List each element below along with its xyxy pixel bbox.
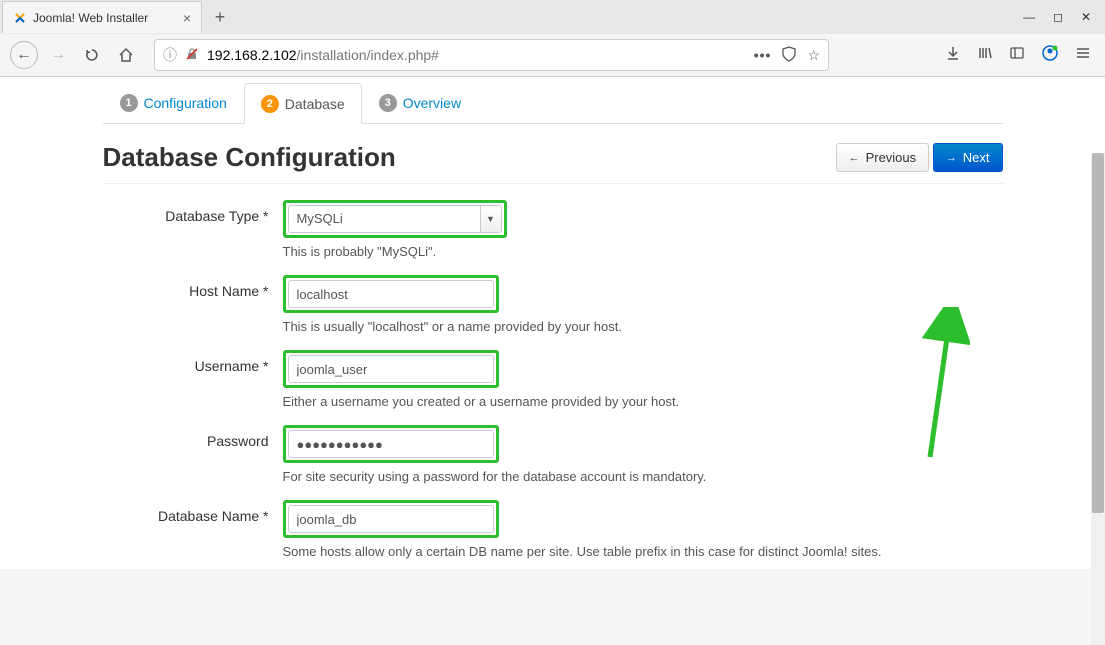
scrollbar-thumb[interactable] xyxy=(1092,153,1104,513)
menu-icon[interactable] xyxy=(1075,45,1091,66)
next-button[interactable]: →Next xyxy=(933,143,1003,172)
home-button[interactable] xyxy=(112,41,140,69)
page-content: 1 Configuration 2 Database 3 Overview Da… xyxy=(0,77,1105,569)
username-label: Username * xyxy=(103,350,283,419)
reader-shield-icon[interactable] xyxy=(781,46,797,65)
host-label: Host Name * xyxy=(103,275,283,344)
installer-steps: 1 Configuration 2 Database 3 Overview xyxy=(103,83,1003,124)
arrow-right-icon: → xyxy=(946,152,957,164)
tab-overview[interactable]: 3 Overview xyxy=(362,83,478,123)
db-type-help: This is probably "MySQLi". xyxy=(283,244,1003,259)
db-type-label: Database Type * xyxy=(103,200,283,269)
db-type-select[interactable]: MySQLi ▼ xyxy=(288,205,502,233)
insecure-icon xyxy=(185,47,199,64)
dbname-label: Database Name * xyxy=(103,500,283,569)
joomla-favicon-icon xyxy=(13,11,27,25)
close-icon[interactable]: × xyxy=(183,10,191,26)
dbname-input[interactable] xyxy=(288,505,494,533)
library-icon[interactable] xyxy=(977,45,993,66)
password-help: For site security using a password for t… xyxy=(283,469,1003,484)
tab-configuration[interactable]: 1 Configuration xyxy=(103,83,244,123)
info-icon[interactable]: ⓘ xyxy=(163,45,177,65)
browser-tab-title: Joomla! Web Installer xyxy=(33,11,148,25)
more-icon[interactable]: ••• xyxy=(754,47,772,63)
reload-button[interactable] xyxy=(78,41,106,69)
page-title: Database Configuration xyxy=(103,142,396,173)
browser-nav-bar: ← → ⓘ 192.168.2.102/installation/index.p… xyxy=(0,34,1105,76)
chevron-down-icon[interactable]: ▼ xyxy=(480,205,502,233)
username-input[interactable] xyxy=(288,355,494,383)
url-bar[interactable]: ⓘ 192.168.2.102/installation/index.php# … xyxy=(154,39,829,71)
new-tab-button[interactable]: + xyxy=(206,3,234,31)
window-minimize-icon[interactable]: — xyxy=(1023,10,1035,24)
bookmark-star-icon[interactable]: ☆ xyxy=(807,47,820,64)
sidebar-icon[interactable] xyxy=(1009,45,1025,66)
arrow-left-icon: ← xyxy=(849,152,860,164)
previous-button[interactable]: ←Previous xyxy=(836,143,930,172)
tab-database[interactable]: 2 Database xyxy=(244,83,362,124)
window-maximize-icon[interactable]: ◻ xyxy=(1053,10,1063,24)
username-help: Either a username you created or a usern… xyxy=(283,394,1003,409)
host-help: This is usually "localhost" or a name pr… xyxy=(283,319,1003,334)
dbname-help: Some hosts allow only a certain DB name … xyxy=(283,544,1003,559)
password-input[interactable] xyxy=(288,430,494,458)
browser-tab[interactable]: Joomla! Web Installer × xyxy=(2,1,202,33)
browser-tab-bar: Joomla! Web Installer × + — ◻ ✕ xyxy=(0,0,1105,34)
url-text: 192.168.2.102/installation/index.php# xyxy=(207,47,439,63)
downloads-icon[interactable] xyxy=(945,45,961,66)
forward-button: → xyxy=(44,41,72,69)
password-label: Password xyxy=(103,425,283,494)
back-button[interactable]: ← xyxy=(10,41,38,69)
host-input[interactable] xyxy=(288,280,494,308)
window-close-icon[interactable]: ✕ xyxy=(1081,10,1091,24)
account-icon[interactable] xyxy=(1041,44,1059,67)
